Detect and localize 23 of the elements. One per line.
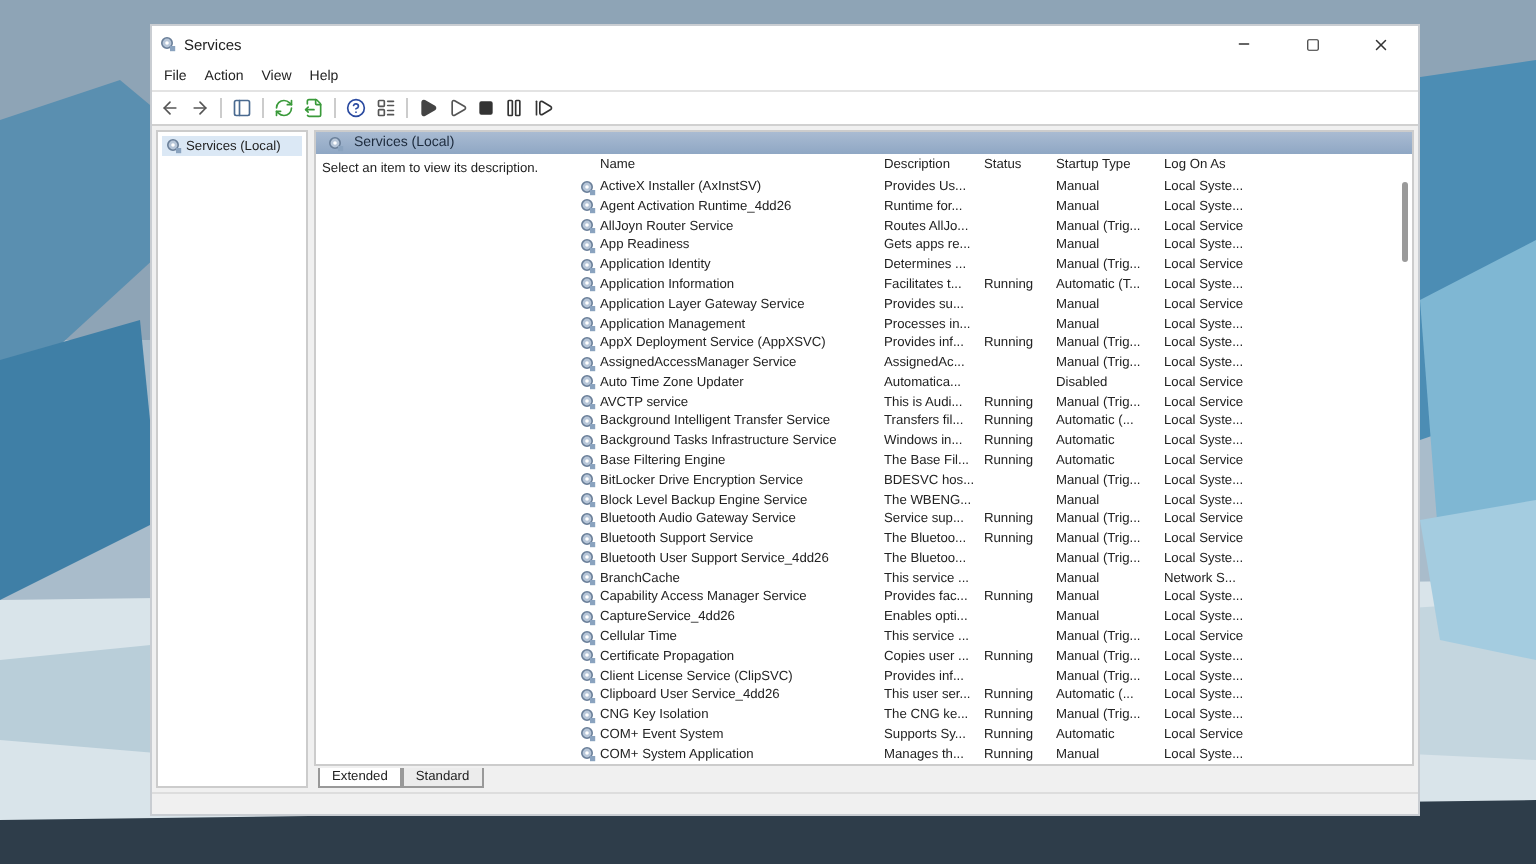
play-icon[interactable] (418, 98, 438, 118)
tree-pane-icon[interactable] (232, 98, 252, 118)
help-icon[interactable] (346, 98, 366, 118)
gear-icon (166, 138, 182, 154)
scrollbar[interactable] (1402, 182, 1408, 262)
stop-icon[interactable] (478, 100, 494, 116)
play-outline-icon[interactable] (448, 98, 468, 118)
resume-icon[interactable] (534, 98, 554, 118)
service-icon (580, 609, 596, 626)
forward-icon[interactable] (190, 98, 210, 118)
service-icon (580, 453, 596, 469)
service-icon (580, 296, 596, 313)
close-icon[interactable] (1371, 35, 1389, 53)
service-icon (580, 433, 596, 450)
gear-icon (160, 36, 176, 52)
service-icon (580, 472, 596, 489)
pause-icon[interactable] (504, 98, 524, 118)
back-icon[interactable] (160, 98, 180, 118)
refresh-icon[interactable] (274, 98, 294, 118)
gear-icon (328, 135, 344, 151)
list-view-icon[interactable] (376, 98, 396, 118)
export-icon[interactable] (304, 98, 324, 118)
maximize-icon[interactable] (1305, 37, 1319, 51)
